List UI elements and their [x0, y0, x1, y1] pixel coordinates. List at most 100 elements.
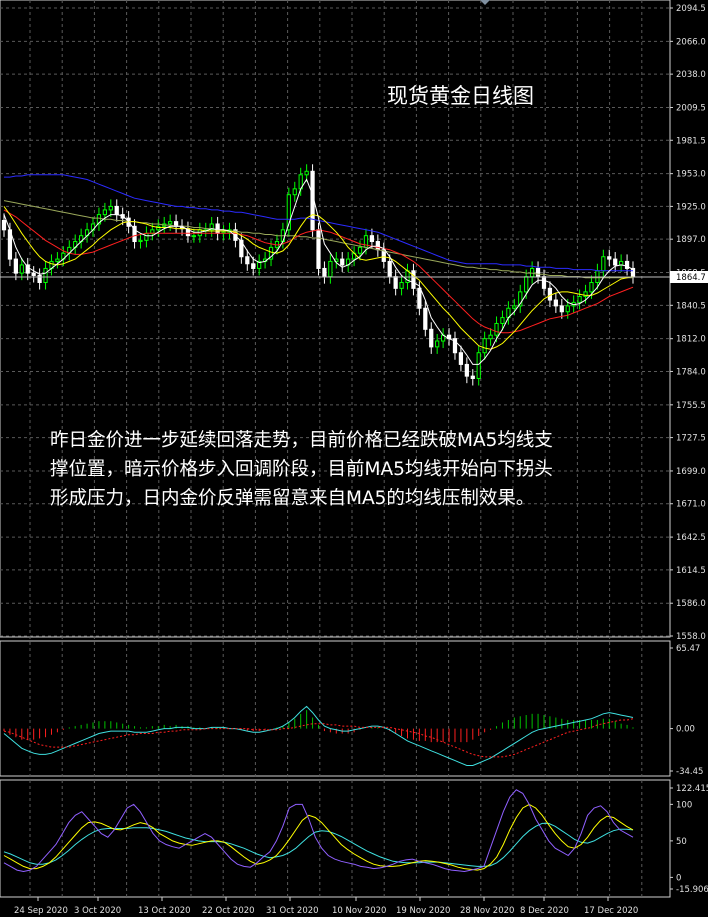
candle: [500, 317, 505, 324]
date-tick-label: 10 Nov 2020: [332, 906, 386, 916]
candle: [102, 209, 107, 216]
price-tick-label: 1755.5: [676, 401, 706, 411]
candle: [512, 305, 517, 309]
candle: [464, 363, 469, 377]
stoch-tick-label: 100: [676, 800, 692, 810]
candle: [43, 267, 48, 283]
candle: [251, 263, 256, 269]
stoch-k-line: [3, 789, 634, 873]
candle: [470, 375, 475, 379]
candle: [553, 299, 558, 307]
candle: [292, 188, 297, 196]
date-tick-label: 31 Oct 2020: [266, 906, 319, 916]
candle: [304, 170, 309, 176]
candle: [613, 258, 618, 266]
date-tick-label: 22 Oct 2020: [202, 906, 255, 916]
commentary-line: 昨日金价进一步延续回落走势，目前价格已经跌破MA5均线支: [50, 430, 553, 451]
macd-frame: [0, 640, 671, 777]
price-tick-label: 1784.0: [676, 367, 706, 377]
candle: [369, 235, 375, 243]
candle: [417, 287, 422, 309]
candle: [357, 246, 363, 254]
commentary-line: 形成压力，日内金价反弹需留意来自MA5的均线压制效果。: [50, 488, 535, 509]
date-tick-label: 24 Sep 2020: [14, 906, 68, 916]
candle: [138, 239, 143, 243]
current-price-label: 1864.7: [676, 273, 706, 283]
candle: [541, 276, 547, 289]
candle: [1, 219, 7, 231]
candle: [607, 256, 612, 260]
candle: [375, 241, 380, 251]
candle: [630, 267, 636, 278]
candle: [488, 334, 493, 340]
candle: [340, 258, 345, 266]
price-tick-label: 2094.5: [676, 4, 706, 14]
candle: [577, 296, 582, 303]
date-tick-label: 13 Oct 2020: [138, 906, 191, 916]
date-tick-label: 8 Dec 2020: [520, 906, 569, 916]
macd-signal-line: [3, 718, 634, 758]
price-tick-label: 1614.5: [676, 566, 706, 576]
price-tick-label: 2066.0: [676, 37, 706, 47]
price-tick-label: 1642.5: [676, 533, 706, 543]
candle: [435, 340, 440, 348]
candle: [245, 256, 250, 265]
candle: [108, 205, 113, 211]
macd-panel: [3, 705, 634, 766]
candle: [328, 260, 333, 278]
date-tick-label: 3 Oct 2020: [74, 906, 121, 916]
candle: [215, 223, 220, 234]
candle: [31, 272, 36, 276]
price-tick-label: 1981.5: [676, 136, 706, 146]
candle: [197, 229, 202, 237]
candle: [387, 260, 392, 278]
date-tick-label: 19 Nov 2020: [396, 906, 450, 916]
candle: [624, 260, 630, 269]
candle: [482, 338, 487, 354]
candle: [316, 229, 321, 269]
candle: [411, 270, 416, 289]
price-tick-label: 1558.0: [676, 632, 706, 642]
candle: [399, 281, 404, 289]
candle: [55, 258, 60, 262]
candle: [535, 267, 541, 278]
price-tick-label: 1897.0: [676, 235, 706, 245]
chart-title: 现货黄金日线图: [387, 84, 534, 108]
stoch-tick-label: -15.906: [676, 885, 708, 895]
candle: [393, 276, 398, 289]
candle: [494, 322, 499, 336]
price-tick-label: 1671.0: [676, 500, 706, 510]
candle: [168, 221, 173, 225]
candle: [530, 267, 535, 278]
price-tick-label: 1727.5: [676, 434, 706, 444]
candle: [423, 307, 428, 330]
candle: [19, 264, 24, 274]
date-tick-label: 28 Nov 2020: [460, 906, 514, 916]
candle: [191, 235, 197, 238]
price-tick-label: 1953.0: [676, 170, 706, 180]
candle: [322, 267, 327, 278]
stoch-d-line: [3, 803, 634, 871]
candle: [559, 305, 564, 313]
candle: [114, 205, 119, 216]
price-tick-label: 2038.0: [676, 70, 706, 80]
price-tick-label: 1925.0: [676, 202, 706, 212]
macd-tick-label: 65.47: [676, 644, 700, 654]
price-tick-label: 1699.0: [676, 467, 706, 477]
price-tick-label: 1586.0: [676, 599, 706, 609]
price-tick-label: 2009.5: [676, 103, 706, 113]
candle: [547, 287, 553, 301]
candle: [429, 328, 434, 348]
stochastic-panel: [3, 789, 634, 873]
candle: [13, 258, 18, 274]
candle: [458, 352, 464, 365]
candle: [589, 281, 594, 293]
price-frame: [0, 0, 671, 638]
stoch-frame: [0, 779, 671, 898]
macd-line: [3, 705, 634, 766]
macd-tick-label: 0.00: [676, 725, 695, 735]
candle: [524, 276, 529, 293]
candle: [476, 352, 481, 379]
scroll-marker-icon: [480, 0, 490, 5]
price-tick-label: 1840.5: [676, 301, 706, 311]
